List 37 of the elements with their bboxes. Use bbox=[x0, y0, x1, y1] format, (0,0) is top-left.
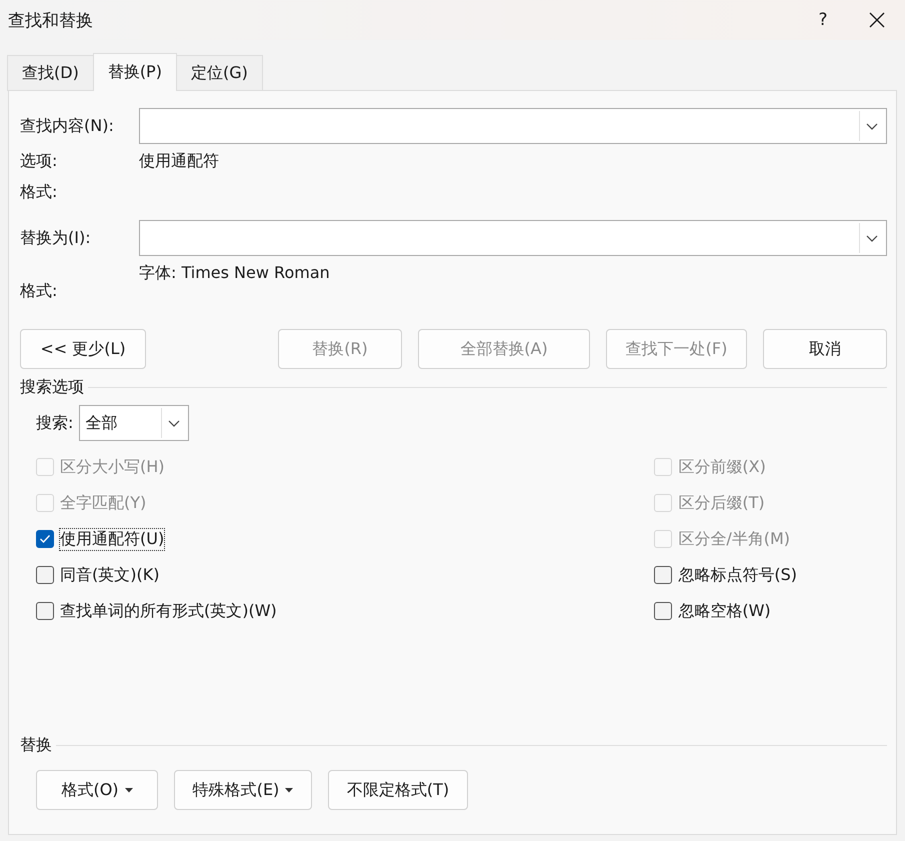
help-button[interactable]: ? bbox=[797, 1, 849, 39]
action-button[interactable]: 取消 bbox=[763, 329, 887, 369]
check-icon bbox=[39, 534, 51, 544]
window-title: 查找和替换 bbox=[8, 10, 94, 32]
action-button[interactable]: << 更少(L) bbox=[20, 329, 146, 369]
checkbox-label[interactable]: 忽略空格(W) bbox=[678, 600, 771, 622]
checkbox-label[interactable]: 忽略标点符号(S) bbox=[678, 564, 797, 586]
format-button[interactable]: 特殊格式(E) bbox=[174, 770, 312, 810]
search-select[interactable]: 全部 bbox=[79, 405, 190, 441]
options-label: 选项: bbox=[20, 151, 58, 172]
close-icon bbox=[869, 12, 885, 28]
tab[interactable]: 替换(P) bbox=[92, 53, 177, 91]
checkbox[interactable] bbox=[36, 566, 54, 584]
caret-icon bbox=[124, 788, 133, 792]
field-label: 查找内容(N): bbox=[20, 116, 115, 136]
checkbox[interactable] bbox=[36, 602, 54, 620]
section-title: 替换 bbox=[20, 735, 52, 756]
field-label: 替换为(I): bbox=[20, 228, 92, 248]
checkbox[interactable] bbox=[654, 602, 672, 620]
checkbox-label[interactable]: 同音(英文)(K) bbox=[60, 564, 160, 586]
format-button[interactable]: 不限定格式(T) bbox=[328, 770, 468, 810]
format-button[interactable]: 格式(O) bbox=[36, 770, 158, 810]
options-value: 使用通配符 bbox=[139, 151, 219, 172]
checkbox[interactable] bbox=[654, 566, 672, 584]
tab[interactable]: 查找(D) bbox=[7, 55, 94, 91]
checkbox[interactable] bbox=[36, 530, 54, 548]
section-title: 搜索选项 bbox=[20, 377, 84, 398]
replace-field[interactable] bbox=[139, 220, 887, 256]
search-label: 搜索: bbox=[36, 412, 74, 434]
find-field[interactable] bbox=[139, 108, 887, 144]
format-value: 字体: Times New Roman bbox=[139, 263, 330, 284]
checkbox-label[interactable]: 查找单词的所有形式(英文)(W) bbox=[60, 600, 277, 622]
tab[interactable]: 定位(G) bbox=[176, 55, 263, 91]
caret-icon bbox=[285, 788, 294, 792]
format-label: 格式: bbox=[20, 182, 58, 203]
checkbox-label[interactable]: 使用通配符(U) bbox=[60, 528, 164, 550]
format-label: 格式: bbox=[20, 281, 58, 302]
